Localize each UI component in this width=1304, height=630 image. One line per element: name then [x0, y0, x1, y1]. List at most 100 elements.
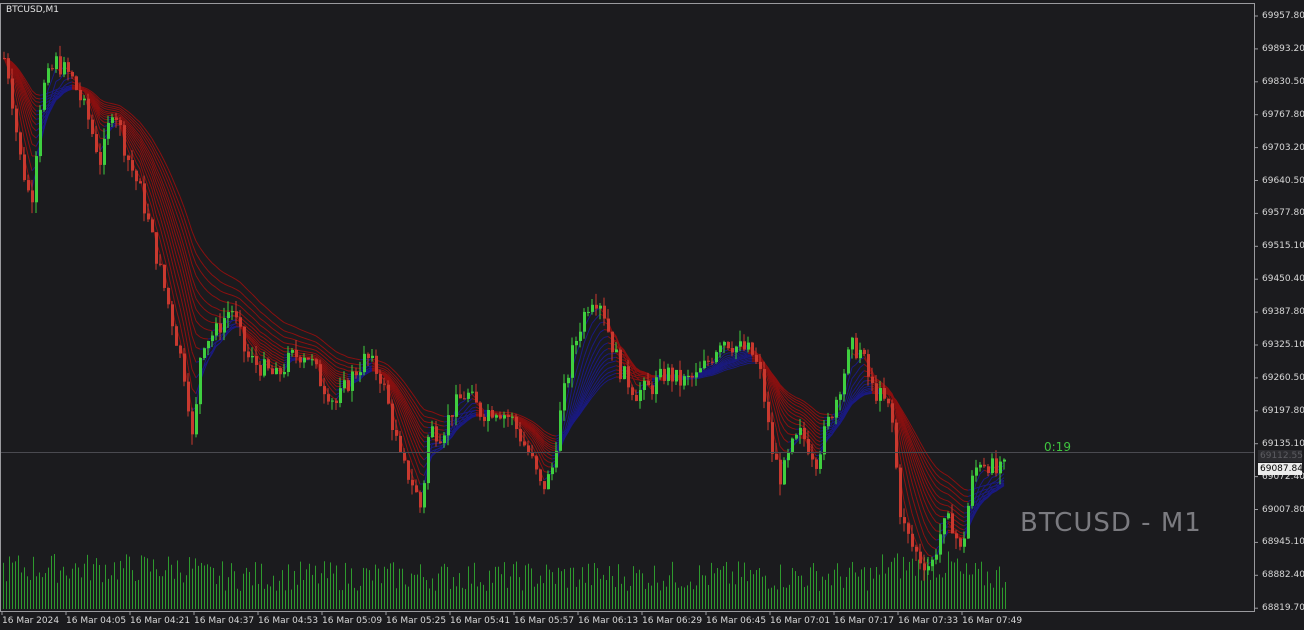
ribbon-segment: [339, 367, 345, 370]
volume-bar: [195, 558, 196, 609]
ribbon-segment: [379, 369, 385, 372]
ribbon-segment: [271, 353, 277, 357]
ribbon-segment: [943, 479, 949, 483]
ribbon-segment: [987, 477, 993, 484]
ribbon-segment: [259, 339, 265, 343]
ribbon-segment: [431, 422, 437, 425]
volume-bar: [840, 576, 841, 609]
ribbon-segment: [275, 342, 281, 347]
volume-bar: [633, 566, 634, 609]
candle-body: [515, 416, 518, 430]
ribbon-segment: [251, 293, 257, 299]
ribbon-segment: [787, 403, 793, 408]
candle-body: [559, 410, 562, 451]
volume-bar: [441, 566, 442, 609]
ribbon-segment: [247, 346, 253, 352]
ribbon-segment: [959, 519, 965, 523]
ribbon-segment: [739, 353, 745, 355]
candle-body: [275, 368, 278, 375]
ribbon-segment: [31, 119, 37, 126]
ribbon-segment: [31, 134, 37, 139]
volume-bar: [951, 561, 952, 609]
ribbon-segment: [287, 331, 293, 334]
ribbon-segment: [191, 230, 197, 242]
ribbon-segment: [991, 475, 997, 478]
ribbon-segment: [203, 287, 209, 293]
ribbon-segment: [111, 109, 117, 112]
ribbon-segment: [227, 302, 233, 304]
ribbon-segment: [955, 506, 961, 511]
ribbon-segment: [307, 343, 313, 346]
volume-bar: [174, 578, 175, 609]
volume-bar: [531, 568, 532, 609]
ribbon-segment: [959, 485, 965, 490]
candle-body: [51, 68, 54, 70]
ribbon-segment: [947, 475, 953, 480]
ribbon-segment: [815, 424, 821, 429]
ribbon-segment: [603, 353, 609, 358]
volume-bar: [801, 575, 802, 609]
candle-body: [307, 357, 310, 360]
ribbon-segment: [419, 463, 425, 468]
price-axis-label: 69830.50: [1262, 76, 1304, 87]
price-chart[interactable]: BTCUSD,M1 0:19 BTCUSD - M1 69957.80 69893…: [0, 0, 1304, 630]
time-axis-label: 16 Mar 04:21: [130, 616, 191, 626]
ribbon-segment: [927, 542, 933, 548]
volume-bar: [783, 587, 784, 609]
ribbon-segment: [263, 314, 269, 319]
ribbon-segment: [943, 492, 949, 495]
ribbon-segment: [183, 207, 189, 220]
ribbon-segment: [279, 352, 285, 356]
volume-bar: [984, 585, 985, 609]
volume-bar: [204, 565, 205, 609]
volume-bar: [588, 563, 589, 609]
volume-bar: [885, 573, 886, 609]
ribbon-segment: [959, 503, 965, 508]
volume-bar: [144, 556, 145, 609]
ribbon-segment: [323, 347, 329, 353]
candle-body: [123, 125, 126, 156]
ribbon-segment: [219, 309, 225, 312]
ribbon-segment: [191, 388, 197, 395]
ribbon-segment: [107, 102, 113, 105]
volume-bar: [555, 583, 556, 609]
ribbon-segment: [939, 477, 945, 481]
ribbon-segment: [795, 408, 801, 412]
ribbon-segment: [207, 291, 213, 296]
ribbon-segment: [791, 427, 797, 430]
candle-body: [899, 467, 902, 518]
candle-body: [487, 409, 490, 422]
volume-bar: [207, 564, 208, 609]
ribbon-segment: [27, 113, 33, 127]
ribbon-segment: [27, 155, 33, 171]
ribbon-segment: [803, 422, 809, 428]
candle-body: [43, 82, 46, 110]
candle-body: [607, 318, 610, 332]
candle-body: [111, 117, 114, 123]
volume-bar: [561, 571, 562, 609]
ribbon-segment: [911, 496, 917, 511]
ribbon-segment: [271, 362, 277, 365]
ribbon-segment: [727, 356, 733, 359]
ribbon-segment: [319, 348, 325, 353]
volume-bar: [651, 585, 652, 609]
ribbon-segment: [723, 349, 729, 352]
ribbon-segment: [791, 397, 797, 401]
volume-bar: [582, 567, 583, 609]
volume-bar: [150, 571, 151, 609]
ribbon-segment: [175, 308, 181, 324]
volume-bar: [162, 576, 163, 609]
ribbon-segment: [199, 336, 205, 340]
candle-body: [355, 371, 358, 376]
ribbon-segment: [303, 346, 309, 349]
ribbon-segment: [863, 383, 869, 386]
volume-bar: [870, 567, 871, 609]
ribbon-segment: [935, 521, 941, 525]
ribbon-segment: [419, 411, 425, 417]
volume-bar: [132, 570, 133, 609]
volume-bar: [873, 578, 874, 609]
candle-body: [695, 372, 698, 378]
ribbon-segment: [867, 390, 873, 393]
candle-body: [91, 119, 94, 135]
ribbon-segment: [155, 171, 161, 182]
